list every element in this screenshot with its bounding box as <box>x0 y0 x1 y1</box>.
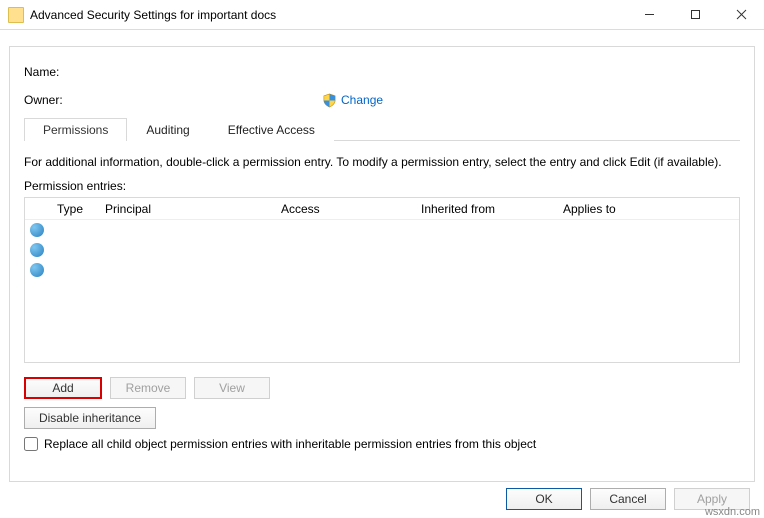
view-button[interactable]: View <box>194 377 270 399</box>
ok-button[interactable]: OK <box>506 488 582 510</box>
tab-permissions[interactable]: Permissions <box>24 118 127 141</box>
col-applies[interactable]: Applies to <box>555 202 739 216</box>
row-buttons: Add Remove View <box>24 377 740 399</box>
section-label: Permission entries: <box>24 179 740 193</box>
col-principal[interactable]: Principal <box>97 202 273 216</box>
tab-auditing[interactable]: Auditing <box>127 118 208 141</box>
table-row[interactable] <box>25 240 739 260</box>
name-row: Name: <box>24 61 740 83</box>
tab-effective-access[interactable]: Effective Access <box>209 118 334 141</box>
table-row[interactable] <box>25 220 739 240</box>
table-row[interactable] <box>25 260 739 280</box>
user-icon <box>30 223 44 237</box>
remove-button[interactable]: Remove <box>110 377 186 399</box>
close-button[interactable] <box>718 0 764 30</box>
instruction-text: For additional information, double-click… <box>24 155 740 169</box>
name-label: Name: <box>24 65 322 79</box>
title-bar: Advanced Security Settings for important… <box>0 0 764 30</box>
col-type[interactable]: Type <box>49 202 97 216</box>
maximize-button[interactable] <box>672 0 718 30</box>
tab-bar: Permissions Auditing Effective Access <box>24 117 740 141</box>
permission-table[interactable]: Type Principal Access Inherited from App… <box>24 197 740 363</box>
cancel-button[interactable]: Cancel <box>590 488 666 510</box>
add-button[interactable]: Add <box>24 377 102 399</box>
replace-check-row: Replace all child object permission entr… <box>24 437 740 451</box>
replace-checkbox-label[interactable]: Replace all child object permission entr… <box>44 437 536 451</box>
content-frame: Name: Owner: Change Permissions Auditing… <box>9 46 755 482</box>
watermark: wsxdn.com <box>705 506 760 518</box>
col-access[interactable]: Access <box>273 202 413 216</box>
user-icon <box>30 263 44 277</box>
owner-label: Owner: <box>24 93 322 107</box>
user-icon <box>30 243 44 257</box>
table-header: Type Principal Access Inherited from App… <box>25 198 739 220</box>
disable-inheritance-button[interactable]: Disable inheritance <box>24 407 156 429</box>
col-inherited[interactable]: Inherited from <box>413 202 555 216</box>
owner-row: Owner: Change <box>24 89 740 111</box>
minimize-button[interactable] <box>626 0 672 30</box>
change-owner-link[interactable]: Change <box>341 93 383 107</box>
shield-icon <box>322 93 337 108</box>
window-title: Advanced Security Settings for important… <box>30 8 626 22</box>
folder-icon <box>8 7 24 23</box>
replace-checkbox[interactable] <box>24 437 38 451</box>
